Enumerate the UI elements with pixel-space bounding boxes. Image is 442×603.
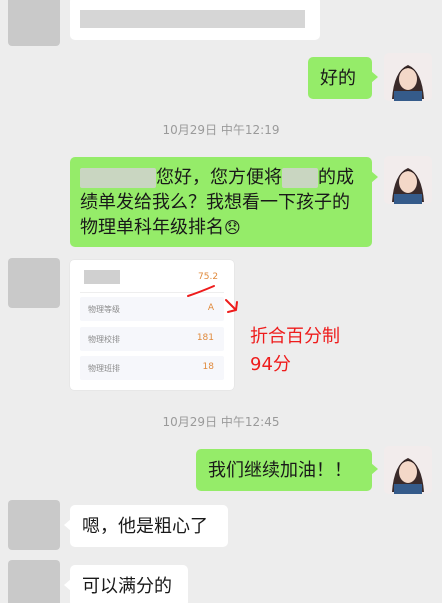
avatar-contact[interactable] — [8, 258, 60, 308]
total-score-value: 75.2 — [198, 272, 219, 282]
red-annotation-strokes — [187, 285, 238, 313]
avatar-contact[interactable] — [8, 500, 60, 550]
message-text: 您好，您方便将 — [156, 167, 282, 188]
message-text: 可以满分的 — [82, 576, 172, 597]
message-text: 嗯，他是粗心了 — [82, 516, 208, 537]
redacted-school — [282, 168, 318, 188]
score-value: 18 — [202, 362, 214, 372]
avatar-self[interactable] — [384, 446, 432, 494]
timestamp: 10月29日 中午12:19 — [162, 123, 280, 137]
redacted-name — [80, 168, 156, 188]
message-bubble-received[interactable]: 可以满分的 — [64, 565, 188, 603]
message-bubble-sent[interactable]: 您好，您方便将 的成绩单发给我么？我想看一下孩子的物理单科年级排名😞 — [70, 157, 378, 247]
redacted-text — [80, 10, 305, 28]
avatar-self[interactable] — [384, 53, 432, 101]
score-card-image[interactable]: 75.2 物理等级 A 物理校排 181 物理班排 18 — [70, 260, 234, 390]
score-row: 物理班排 18 — [80, 356, 224, 380]
avatar-contact[interactable] — [8, 560, 60, 603]
score-row: 物理校排 181 — [80, 327, 224, 351]
score-label: 物理等级 — [88, 305, 120, 314]
message-text: 好的 — [320, 68, 356, 89]
avatar-contact[interactable] — [8, 0, 60, 46]
score-value: 181 — [196, 333, 214, 343]
message-text: 我们继续加油！！ — [208, 460, 352, 481]
redacted-subject — [84, 270, 120, 284]
score-label: 物理校排 — [88, 335, 120, 344]
annotation-line1: 折合百分制 — [250, 326, 340, 347]
annotation-line2: 94分 — [250, 354, 291, 375]
score-label: 物理班排 — [88, 364, 120, 373]
message-bubble-received[interactable]: 嗯，他是粗心了 — [64, 505, 228, 547]
message-bubble-sent[interactable]: 好的 — [308, 57, 378, 99]
timestamp: 10月29日 中午12:45 — [162, 415, 280, 429]
avatar-self[interactable] — [384, 156, 432, 204]
message-bubble-sent[interactable]: 我们继续加油！！ — [196, 449, 378, 491]
message-bubble-received-partial[interactable] — [70, 0, 320, 40]
sad-emoji-icon: 😞 — [224, 218, 241, 237]
